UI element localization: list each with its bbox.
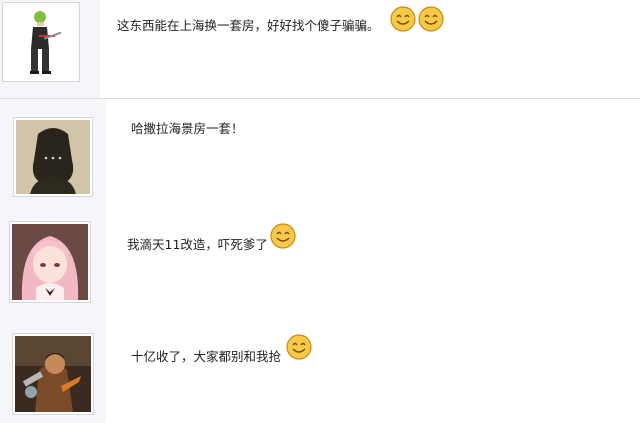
comment-item-3: 我滴天11改造，吓死爹了	[0, 203, 640, 311]
pink-hair-anime-avatar	[12, 224, 88, 300]
smiley-face-icon	[286, 334, 312, 360]
smiley-face-icon	[390, 6, 416, 32]
smiley-face-icon	[418, 6, 444, 32]
avatar[interactable]	[13, 117, 93, 197]
comment-item-2: 哈撒拉海景房一套！	[0, 99, 640, 203]
comment-text: 这东西能在上海换一套房，好好找个傻子骗骗。	[117, 18, 380, 33]
comment-text: 十亿收了，大家都别和我抢	[131, 349, 282, 364]
comment-text: 哈撒拉海景房一套！	[131, 121, 244, 136]
avatar[interactable]	[9, 221, 91, 303]
comment-text: 我滴天11改造，吓死爹了	[127, 237, 268, 252]
dark-silhouette-avatar	[16, 120, 90, 194]
comment-item-4: 十亿收了，大家都别和我抢	[0, 311, 640, 423]
avatar[interactable]	[12, 333, 94, 415]
comment-item-1: 这东西能在上海换一套房，好好找个傻子骗骗。	[0, 0, 640, 98]
anime-character-avatar	[6, 5, 76, 79]
avatar[interactable]	[2, 2, 80, 82]
smiley-face-icon	[270, 223, 296, 249]
warrior-game-avatar	[15, 336, 91, 412]
